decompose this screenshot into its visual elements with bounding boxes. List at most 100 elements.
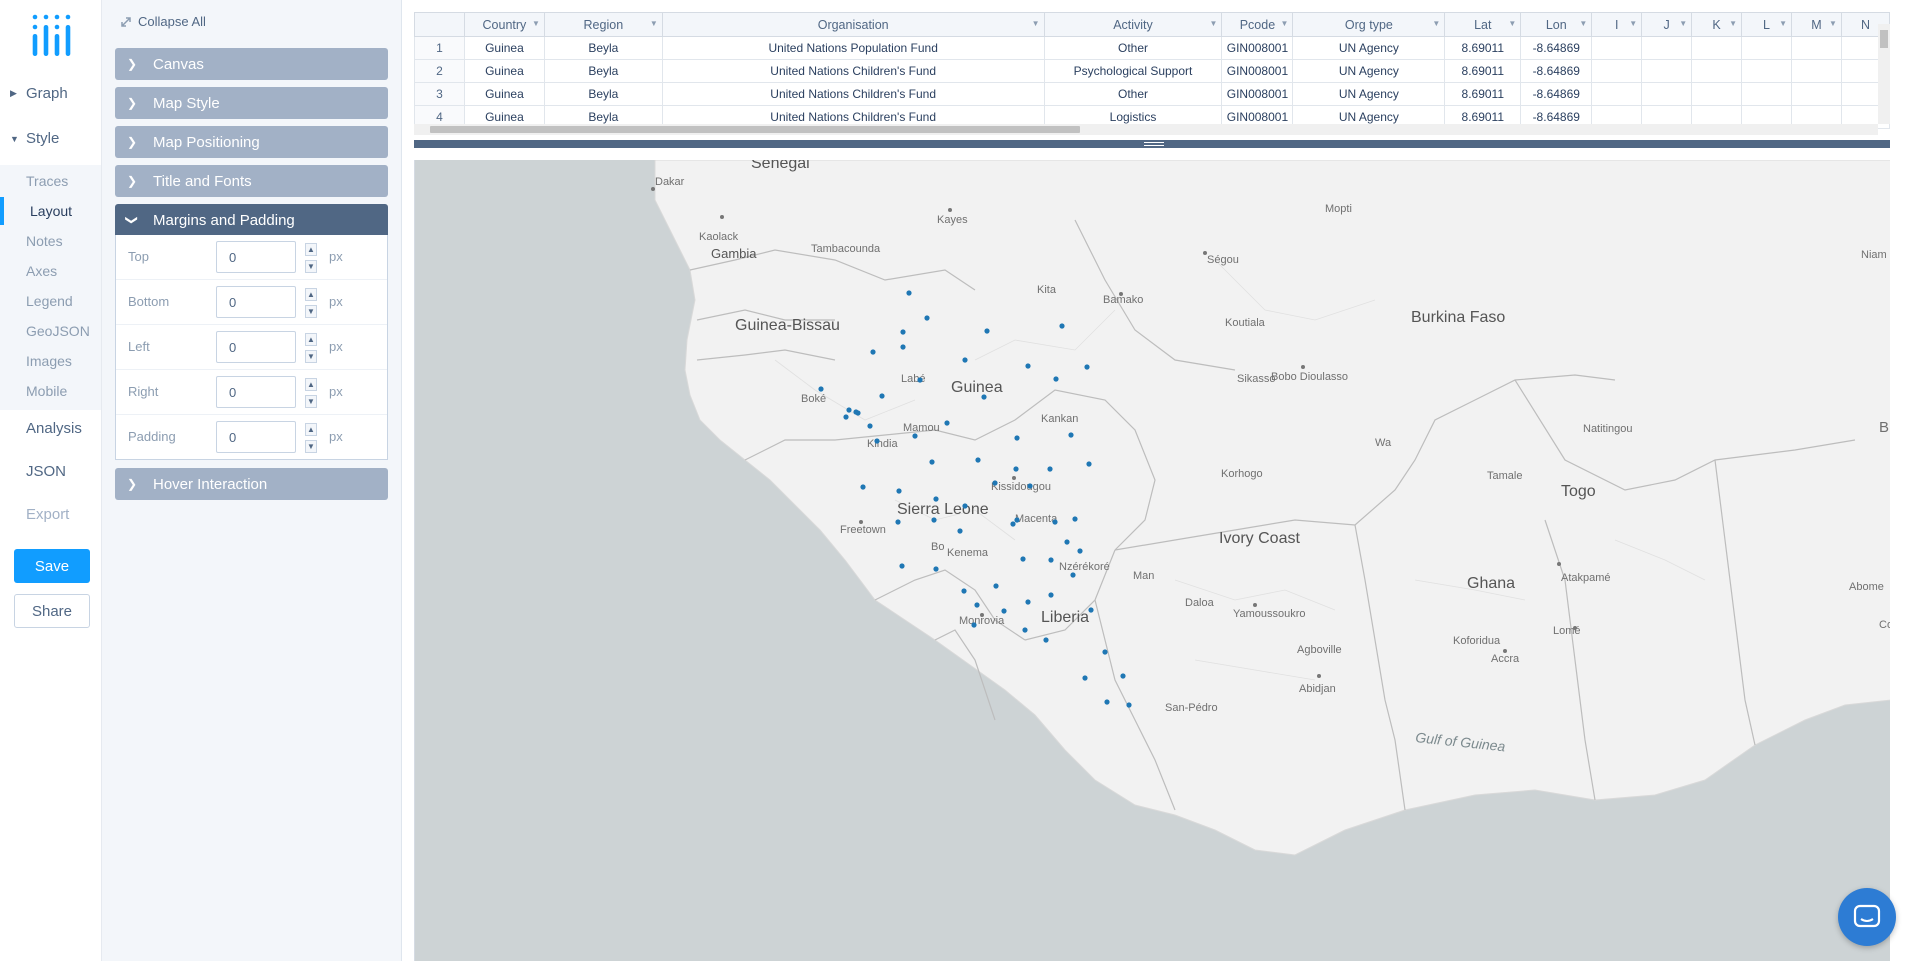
margin-right-input[interactable]: 0 <box>216 376 296 408</box>
table-cell[interactable]: GIN008001 <box>1221 59 1294 83</box>
section-hover-interaction[interactable]: ❯ Hover Interaction <box>115 468 388 500</box>
nav-style[interactable]: ▼ Style <box>10 130 59 147</box>
table-cell[interactable]: United Nations Population Fund <box>661 36 1045 60</box>
table-cell[interactable]: -8.64869 <box>1520 59 1593 83</box>
map-marker[interactable] <box>874 438 880 444</box>
arrow-down-icon[interactable]: ▼ <box>305 395 317 408</box>
map-marker[interactable] <box>962 503 968 509</box>
horizontal-scrollbar[interactable] <box>414 124 1878 135</box>
table-cell[interactable]: Other <box>1043 36 1223 60</box>
table-cell[interactable]: GIN008001 <box>1221 82 1294 106</box>
table-cell[interactable] <box>1790 82 1842 106</box>
column-header[interactable]: I ▼ <box>1591 12 1643 37</box>
margin-bottom-input[interactable]: 0 <box>216 286 296 318</box>
map-marker[interactable] <box>981 394 987 400</box>
margin-left-stepper[interactable]: ▲ ▼ <box>304 333 318 363</box>
table-cell[interactable] <box>1641 82 1693 106</box>
column-header[interactable]: Lat ▼ <box>1444 12 1522 37</box>
vertical-scrollbar[interactable] <box>1878 24 1890 124</box>
column-header[interactable]: Org type ▼ <box>1292 12 1446 37</box>
map-marker[interactable] <box>1014 517 1020 523</box>
table-cell[interactable] <box>1591 36 1643 60</box>
column-header[interactable]: Lon ▼ <box>1520 12 1593 37</box>
margin-right-stepper[interactable]: ▲ ▼ <box>304 378 318 408</box>
map-marker[interactable] <box>1010 521 1016 527</box>
nav-analysis[interactable]: Analysis <box>26 420 82 437</box>
map-marker[interactable] <box>1059 323 1065 329</box>
chat-support-button[interactable] <box>1838 888 1896 946</box>
column-header[interactable]: Activity ▼ <box>1043 12 1223 37</box>
map-marker[interactable] <box>896 488 902 494</box>
table-cell[interactable]: 8.69011 <box>1444 59 1522 83</box>
map-marker[interactable] <box>1086 461 1092 467</box>
map-marker[interactable] <box>929 459 935 465</box>
margin-left-input[interactable]: 0 <box>216 331 296 363</box>
table-cell[interactable] <box>1691 36 1743 60</box>
column-header[interactable]: Organisation ▼ <box>661 12 1045 37</box>
save-button[interactable]: Save <box>14 549 90 583</box>
map-marker[interactable] <box>1077 548 1083 554</box>
table-cell[interactable]: 8.69011 <box>1444 36 1522 60</box>
map-marker[interactable] <box>944 420 950 426</box>
map-marker[interactable] <box>1020 556 1026 562</box>
map-marker[interactable] <box>1126 702 1132 708</box>
map-marker[interactable] <box>917 377 923 383</box>
map-marker[interactable] <box>895 519 901 525</box>
table-cell[interactable] <box>1691 59 1743 83</box>
table-cell[interactable]: GIN008001 <box>1221 36 1294 60</box>
arrow-down-icon[interactable]: ▼ <box>305 260 317 273</box>
table-cell[interactable] <box>1691 82 1743 106</box>
table-cell[interactable]: Guinea <box>463 36 545 60</box>
map-marker[interactable] <box>1043 637 1049 643</box>
section-title-and-fonts[interactable]: ❯ Title and Fonts <box>115 165 388 197</box>
arrow-up-icon[interactable]: ▲ <box>305 288 317 301</box>
map-marker[interactable] <box>1027 483 1033 489</box>
map-marker[interactable] <box>1064 539 1070 545</box>
share-button[interactable]: Share <box>14 594 90 628</box>
margin-bottom-stepper[interactable]: ▲ ▼ <box>304 288 318 318</box>
nav-graph[interactable]: ▶ Graph <box>10 85 68 102</box>
map-marker[interactable] <box>1072 516 1078 522</box>
map-marker[interactable] <box>1048 592 1054 598</box>
column-header[interactable]: M ▼ <box>1790 12 1842 37</box>
margin-top-stepper[interactable]: ▲ ▼ <box>304 243 318 273</box>
map-marker[interactable] <box>1053 376 1059 382</box>
section-margins-and-padding[interactable]: ❯ Margins and Padding <box>115 204 388 236</box>
map-marker[interactable] <box>1084 364 1090 370</box>
collapse-all-button[interactable]: Collapse All <box>120 14 206 29</box>
map-marker[interactable] <box>957 528 963 534</box>
nav-axes[interactable]: Axes <box>26 263 57 279</box>
map-marker[interactable] <box>906 290 912 296</box>
map-marker[interactable] <box>912 433 918 439</box>
map-marker[interactable] <box>1104 699 1110 705</box>
nav-notes[interactable]: Notes <box>26 233 63 249</box>
arrow-up-icon[interactable]: ▲ <box>305 423 317 436</box>
map-marker[interactable] <box>1102 649 1108 655</box>
table-cell[interactable]: UN Agency <box>1292 36 1446 60</box>
map-marker[interactable] <box>961 588 967 594</box>
nav-export[interactable]: Export <box>26 506 69 523</box>
nav-images[interactable]: Images <box>26 353 72 369</box>
table-cell[interactable]: Beyla <box>543 36 663 60</box>
table-row[interactable]: 3 Guinea Beyla United Nations Children's Fu… <box>414 82 1891 106</box>
column-header[interactable]: Country ▼ <box>463 12 545 37</box>
map-marker[interactable] <box>899 563 905 569</box>
map-marker[interactable] <box>984 328 990 334</box>
drag-grip-icon[interactable] <box>1144 142 1164 146</box>
column-header[interactable]: K ▼ <box>1691 12 1743 37</box>
padding-stepper[interactable]: ▲ ▼ <box>304 423 318 453</box>
map-marker[interactable] <box>846 407 852 413</box>
scrollbar-thumb[interactable] <box>430 126 1080 133</box>
column-header[interactable]: Pcode ▼ <box>1221 12 1294 37</box>
column-header[interactable]: L ▼ <box>1741 12 1792 37</box>
map-marker[interactable] <box>1025 363 1031 369</box>
map-marker[interactable] <box>900 329 906 335</box>
map-marker[interactable] <box>1025 599 1031 605</box>
table-cell[interactable] <box>1790 36 1842 60</box>
map-marker[interactable] <box>1048 557 1054 563</box>
map-marker[interactable] <box>867 423 873 429</box>
nav-mobile[interactable]: Mobile <box>26 383 67 399</box>
arrow-down-icon[interactable]: ▼ <box>305 350 317 363</box>
map-marker[interactable] <box>1088 607 1094 613</box>
map-marker[interactable] <box>924 315 930 321</box>
